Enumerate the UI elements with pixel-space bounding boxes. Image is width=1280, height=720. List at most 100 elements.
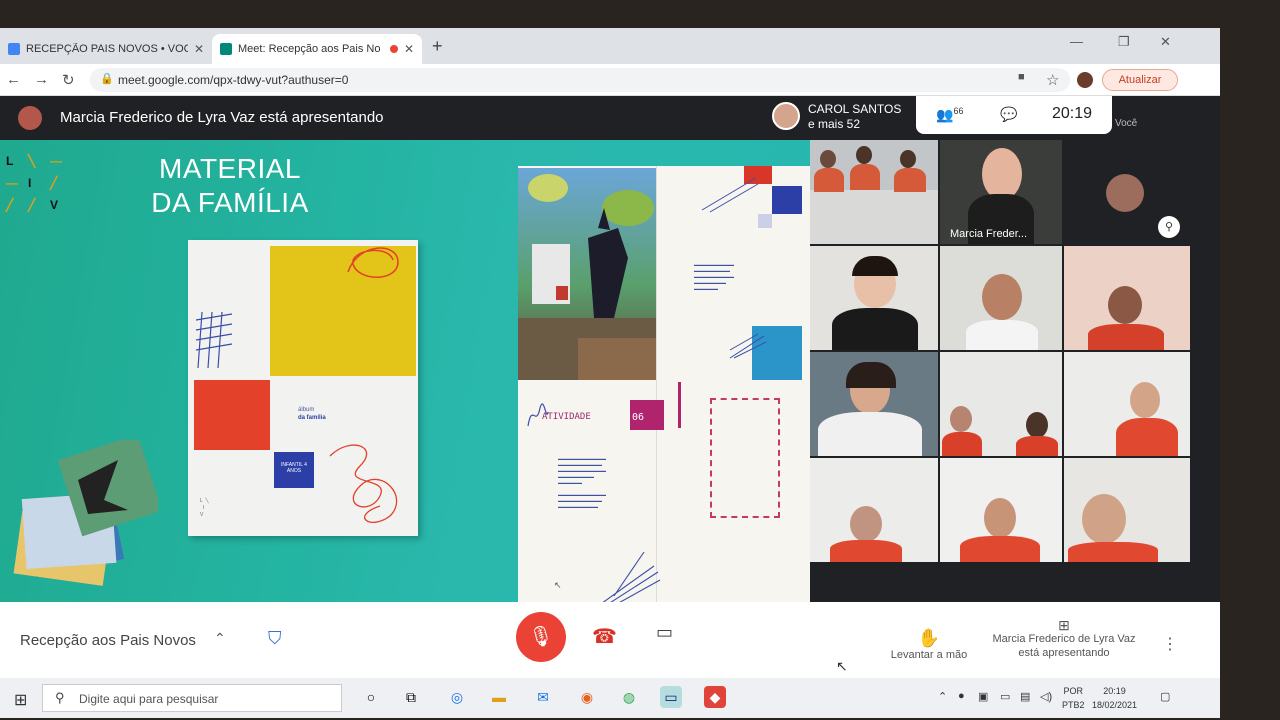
video-tile[interactable]	[810, 458, 938, 562]
close-icon[interactable]: ✕	[404, 42, 414, 56]
cortana-icon[interactable]: ○	[360, 686, 382, 708]
pin-icon[interactable]: ⚲	[1158, 216, 1180, 238]
screen: RECEPÇÃO PAIS NOVOS • VOCÊ ✕ Meet: Recep…	[0, 28, 1220, 718]
mail-icon[interactable]: ✉	[532, 686, 554, 708]
logo-letter-i: I	[28, 176, 32, 190]
taskbar-search-field[interactable]: ⚲ Digite aqui para pesquisar	[42, 684, 342, 712]
dashed-frame	[710, 398, 780, 518]
meet-top-bar: Marcia Frederico de Lyra Vaz está aprese…	[0, 96, 1220, 140]
notifications-icon[interactable]: ▢	[1160, 690, 1170, 703]
new-tab-button[interactable]: +	[432, 36, 443, 57]
presented-slide: L I V ╲ — — ╱ ╱ ╱ MATERIAL DA FAMÍLIA ál…	[0, 140, 820, 602]
people-count: 66	[953, 106, 964, 116]
video-tile-marcia[interactable]: Marcia Freder...	[940, 140, 1062, 244]
illustration-panel	[518, 168, 656, 380]
hand-icon: ✋	[917, 628, 941, 648]
file-explorer-icon[interactable]: ▬	[488, 686, 510, 708]
red-scribble-icon	[347, 247, 399, 278]
mouse-cursor-icon: ↖	[836, 658, 848, 674]
wolf-illustration-image	[518, 174, 656, 380]
album-title: álbum da família	[298, 406, 326, 422]
more-options-icon[interactable]: ⋮	[1162, 634, 1178, 654]
blue-hatch-icon	[729, 333, 767, 359]
activity-heading: ATIVIDADE 06	[526, 398, 664, 430]
chevron-up-icon[interactable]: ⌃	[214, 630, 226, 647]
album-label: álbum	[298, 407, 315, 413]
windows-start-icon[interactable]: ⊞	[14, 690, 27, 710]
restore-icon[interactable]: ❐	[1118, 34, 1130, 50]
video-tile[interactable]	[940, 352, 1062, 456]
back-icon[interactable]: ←	[6, 71, 21, 88]
battery-icon[interactable]: ▭	[1000, 690, 1010, 703]
presenter-avatar	[18, 106, 42, 130]
album-book-cover: álbum da família INFANTIL 4 ANOS L ╲ IV	[188, 240, 418, 536]
drive-icon	[8, 43, 20, 55]
bookmark-star-icon[interactable]: ☆	[1046, 71, 1059, 89]
lang-top: POR	[1063, 686, 1084, 696]
tray-app-icon[interactable]: ▣	[978, 690, 988, 703]
tab-meet[interactable]: Meet: Recepção aos Pais No ✕	[212, 34, 422, 64]
reload-icon[interactable]: ↻	[62, 71, 75, 89]
raise-hand-button[interactable]: ✋ Levantar a mão	[884, 628, 974, 661]
mic-off-button[interactable]: 🎙	[516, 612, 566, 662]
edge-icon[interactable]: ◎	[446, 686, 468, 708]
video-tile[interactable]	[1064, 458, 1190, 562]
video-tile[interactable]	[810, 246, 938, 350]
video-tile[interactable]	[810, 352, 938, 456]
profile-avatar[interactable]	[1077, 72, 1093, 88]
tray-chevron-icon[interactable]: ⌃	[938, 690, 947, 703]
meet-taskbar-icon[interactable]: ▭	[660, 686, 682, 708]
video-tile[interactable]	[940, 458, 1062, 562]
lang-bottom: PTB2	[1062, 700, 1085, 710]
logo-letter-v: V	[50, 198, 59, 212]
chrome-icon[interactable]: ◍	[618, 686, 640, 708]
address-bar: ← → ↻ 🔒 meet.google.com/qpx-tdwy-vut?aut…	[0, 64, 1220, 96]
volume-icon[interactable]: ◁)	[1040, 690, 1052, 703]
meet-bottom-bar: Recepção aos Pais Novos ⌃ ⛉ 🎙 ☎ ▭ ↖ ✋ Le…	[0, 602, 1220, 674]
blue-cross-hatch-icon	[195, 311, 233, 369]
tab-recepcao-pais[interactable]: RECEPÇÃO PAIS NOVOS • VOCÊ ✕	[0, 34, 212, 64]
page-fold	[656, 166, 657, 602]
camera-button[interactable]: ▭	[656, 622, 673, 643]
tab-title: RECEPÇÃO PAIS NOVOS • VOCÊ	[26, 43, 188, 55]
update-button[interactable]: Atualizar	[1102, 69, 1178, 91]
network-icon[interactable]: ▤	[1020, 690, 1030, 703]
people-icon[interactable]: 👥66	[936, 106, 963, 124]
video-tile-self[interactable]: ⚲	[1064, 140, 1190, 244]
tab-title: Meet: Recepção aos Pais No	[238, 43, 381, 55]
close-icon[interactable]: ✕	[194, 42, 204, 56]
tray-mic-icon[interactable]: ●	[958, 690, 965, 702]
magenta-bar	[678, 382, 681, 428]
chat-icon[interactable]: 💬	[1000, 106, 1017, 123]
close-window-icon[interactable]: ✕	[1160, 34, 1171, 50]
navy-square	[772, 186, 802, 214]
clock-date: 18/02/2021	[1092, 700, 1138, 710]
book-footer-logo: L ╲ IV	[200, 498, 209, 518]
presenting-text: Marcia Frederico de Lyra Vaz está aprese…	[60, 109, 384, 126]
firefox-icon[interactable]: ◉	[576, 686, 598, 708]
video-tile[interactable]	[940, 246, 1062, 350]
system-clock[interactable]: 20:19 18/02/2021	[1092, 684, 1137, 712]
raise-hand-label: Levantar a mão	[890, 649, 968, 661]
present-screen-icon: ⊞	[1058, 617, 1070, 633]
task-view-icon[interactable]: ⧉	[400, 686, 422, 708]
video-tile[interactable]	[1064, 246, 1190, 350]
scattered-cards-image	[13, 440, 158, 586]
red-loops-icon	[329, 444, 398, 523]
intro-paragraph: ▬▬▬▬▬▬▬▬▬▬ ▬▬▬▬▬▬▬▬▬ ▬▬▬▬▬▬▬▬▬▬ ▬▬▬▬▬▬▬▬ ▬▬▬…	[694, 262, 734, 291]
url-field[interactable]: 🔒 meet.google.com/qpx-tdwy-vut?authuser=…	[90, 68, 1070, 92]
anydesk-icon[interactable]: ◆	[704, 686, 726, 708]
hang-up-button[interactable]: ☎	[592, 624, 617, 649]
forward-icon[interactable]: →	[34, 71, 49, 88]
participant-more: e mais 52	[808, 117, 861, 131]
mic-off-icon: 🎙	[528, 626, 554, 648]
camera-indicator-icon[interactable]: ■	[1018, 71, 1025, 83]
presenting-button[interactable]: ⊞ Marcia Frederico de Lyra Vaz está apre…	[986, 618, 1142, 660]
video-tile[interactable]	[1064, 352, 1190, 456]
minimize-icon[interactable]: —	[1070, 34, 1083, 49]
video-tile[interactable]	[810, 140, 938, 244]
language-indicator[interactable]: POR PTB2	[1062, 684, 1085, 712]
meeting-details-name[interactable]: Recepção aos Pais Novos	[20, 632, 196, 649]
participant-name: Marcia Freder...	[950, 228, 1028, 240]
shield-icon[interactable]: ⛉	[268, 628, 282, 649]
